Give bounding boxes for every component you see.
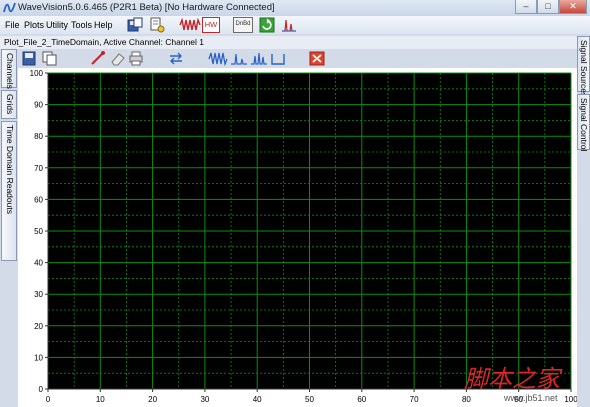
tab-signal-sources[interactable]: Signal Sources bbox=[577, 36, 590, 97]
tab-channels-label: Channels bbox=[5, 53, 15, 89]
x-tick-label: 70 bbox=[410, 395, 419, 404]
y-tick-label: 50 bbox=[34, 227, 43, 236]
save-plot-icon[interactable] bbox=[127, 17, 143, 33]
y-tick-label: 10 bbox=[34, 353, 43, 362]
y-tick-label: 70 bbox=[34, 164, 43, 173]
copy-icon[interactable] bbox=[42, 51, 58, 66]
title-bar: WaveVision5.0.6.465 (P2R1 Beta) [No Hard… bbox=[0, 0, 590, 16]
tab-time-domain-readouts-label: Time Domain Readouts bbox=[5, 125, 15, 214]
tab-signal-control-label: Signal Control bbox=[579, 98, 589, 152]
y-tick-label: 30 bbox=[34, 290, 43, 299]
tab-signal-sources-label: Signal Sources bbox=[579, 40, 589, 98]
tab-grids[interactable]: Grids bbox=[1, 90, 17, 119]
peaks-icon[interactable] bbox=[250, 51, 268, 66]
menu-file[interactable]: File bbox=[5, 20, 20, 30]
minimize-button[interactable]: – bbox=[515, 0, 537, 14]
y-tick-label: 40 bbox=[34, 259, 43, 268]
tab-signal-control[interactable]: Signal Control bbox=[577, 94, 590, 152]
window-title: WaveVision5.0.6.465 (P2R1 Beta) [No Hard… bbox=[18, 2, 275, 13]
x-tick-label: 20 bbox=[148, 395, 157, 404]
app-logo-icon bbox=[3, 2, 16, 13]
left-side-tabs: Channels Grids Time Domain Readouts bbox=[0, 49, 18, 407]
window-controls: – □ ✕ bbox=[515, 0, 587, 14]
spectrum-display-icon[interactable] bbox=[230, 51, 248, 66]
hw-icon[interactable]: HW bbox=[202, 17, 220, 33]
menu-plots[interactable]: Plots bbox=[24, 20, 44, 30]
x-tick-label: 0 bbox=[46, 395, 51, 404]
x-tick-label: 60 bbox=[357, 395, 366, 404]
eraser-icon[interactable] bbox=[110, 51, 126, 66]
open-document-icon[interactable] bbox=[149, 17, 165, 33]
maximize-button[interactable]: □ bbox=[537, 0, 559, 14]
x-tick-label: 40 bbox=[253, 395, 262, 404]
y-tick-label: 20 bbox=[34, 322, 43, 331]
swap-icon[interactable] bbox=[168, 51, 184, 66]
pointer-icon[interactable] bbox=[90, 51, 106, 66]
x-tick-label: 50 bbox=[305, 395, 314, 404]
print-icon[interactable] bbox=[128, 51, 144, 66]
menu-help[interactable]: Help bbox=[94, 20, 113, 30]
y-tick-label: 60 bbox=[34, 195, 43, 204]
y-tick-label: 90 bbox=[34, 101, 43, 110]
menu-tools[interactable]: Tools bbox=[71, 20, 92, 30]
y-tick-label: 0 bbox=[39, 385, 44, 394]
x-tick-label: 30 bbox=[200, 395, 209, 404]
save-icon[interactable] bbox=[22, 51, 38, 66]
dnbd-icon[interactable]: DnBd bbox=[233, 17, 253, 33]
refresh-icon[interactable] bbox=[259, 17, 275, 33]
tab-channels[interactable]: Channels bbox=[1, 49, 17, 89]
spectrum-icon[interactable] bbox=[281, 17, 297, 33]
watermark-logo: 脚本之家 www.jb51.net bbox=[464, 365, 563, 403]
close-plot-icon[interactable] bbox=[309, 51, 325, 66]
y-tick-label: 80 bbox=[34, 132, 43, 141]
y-tick-label: 100 bbox=[30, 69, 44, 78]
waveform-display-icon[interactable] bbox=[208, 51, 228, 66]
waveform-icon[interactable] bbox=[179, 17, 201, 33]
close-button[interactable]: ✕ bbox=[559, 0, 587, 14]
tab-time-domain-readouts[interactable]: Time Domain Readouts bbox=[1, 121, 17, 261]
menu-utility[interactable]: Utility bbox=[46, 20, 68, 30]
plot-header: Plot_File_2_TimeDomain, Active Channel: … bbox=[0, 36, 577, 49]
tab-grids-label: Grids bbox=[5, 94, 15, 115]
watermark-chinese-text: 脚本之家 bbox=[464, 365, 563, 393]
bracket-icon[interactable] bbox=[270, 51, 286, 66]
x-tick-label: 10 bbox=[96, 395, 105, 404]
plot-toolbar bbox=[18, 49, 577, 68]
watermark-url: www.jb51.net bbox=[503, 393, 558, 403]
